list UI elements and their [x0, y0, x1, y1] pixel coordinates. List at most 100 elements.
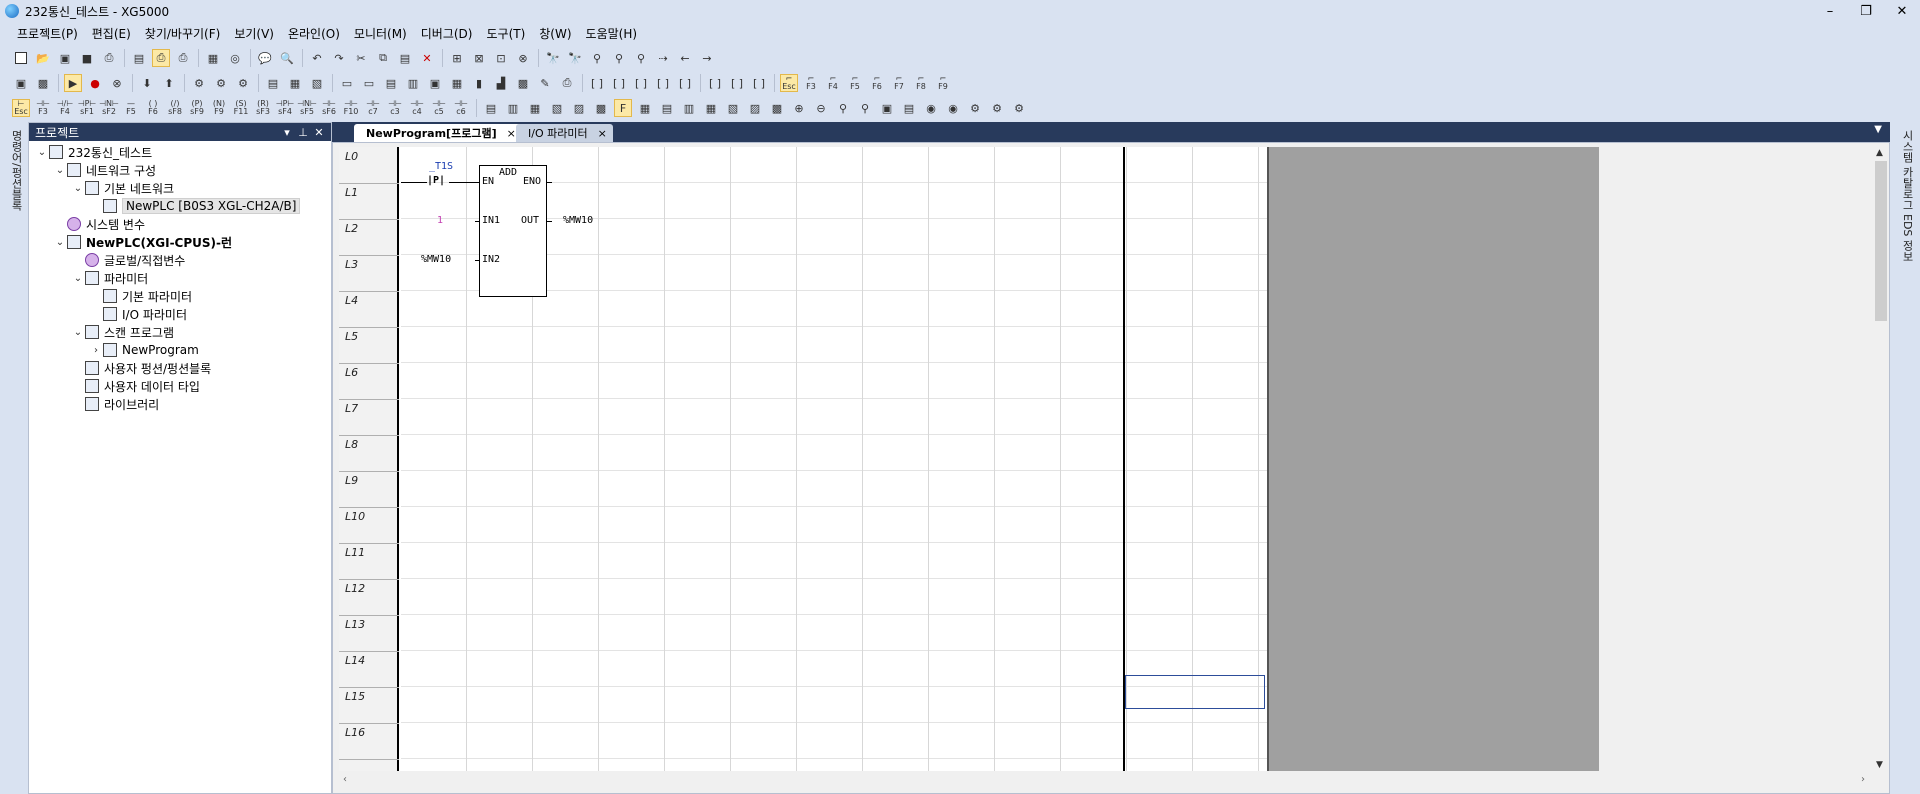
new-file-icon[interactable]: [12, 49, 30, 67]
replace-all-icon[interactable]: ⚲: [610, 49, 628, 67]
save-icon[interactable]: ■: [78, 49, 96, 67]
ladder-key-13-icon[interactable]: ⊣N⊢ sF5: [297, 99, 317, 117]
clipboard-icon[interactable]: ▤: [130, 49, 148, 67]
view-tool-14-icon[interactable]: ⊕: [790, 99, 808, 117]
f3-key-icon[interactable]: ⌐ F3: [802, 74, 820, 92]
minimize-button[interactable]: –: [1810, 0, 1850, 22]
ladder-key-14-icon[interactable]: ⊣⊢ sF6: [320, 99, 338, 117]
run-mode-icon[interactable]: ▶: [64, 74, 82, 92]
ladder-key-19-icon[interactable]: ⊣⊢ c5: [430, 99, 448, 117]
panel-pin-icon[interactable]: ⊥: [295, 123, 311, 141]
insert-line-icon[interactable]: ⊞: [448, 49, 466, 67]
delete-line-icon[interactable]: ⊠: [470, 49, 488, 67]
trend-monitor-icon[interactable]: ▧: [308, 74, 326, 92]
scroll-up-icon[interactable]: ▲: [1876, 148, 1883, 158]
system-catalog-tab[interactable]: 시스템 카탈로그 EDS 정보: [1899, 130, 1915, 262]
chevron-right-icon[interactable]: ›: [89, 345, 103, 356]
ladder-key-2-icon[interactable]: ⊣/⊢ F4: [56, 99, 74, 117]
bracket-1-icon[interactable]: [ ]: [588, 74, 606, 92]
tree-node[interactable]: 기본 파라미터: [89, 287, 192, 305]
tab-close-icon[interactable]: ×: [598, 127, 607, 140]
menu-help[interactable]: 도움말(H): [579, 25, 645, 42]
view-tool-13-icon[interactable]: ▩: [768, 99, 786, 117]
view-tool-15-icon[interactable]: ⊖: [812, 99, 830, 117]
tree-node[interactable]: ⌄ 네트워크 구성: [53, 161, 156, 179]
chart-icon[interactable]: ▟: [492, 74, 510, 92]
menu-monitor[interactable]: 모니터(M): [347, 25, 414, 42]
view-tool-21-icon[interactable]: ◉: [944, 99, 962, 117]
connect-icon[interactable]: ▣: [12, 74, 30, 92]
close-window-button[interactable]: ✕: [1882, 0, 1920, 22]
scrollbar-thumb[interactable]: [1875, 161, 1887, 321]
open-project-icon[interactable]: ▣: [56, 49, 74, 67]
bracket-5-icon[interactable]: [ ]: [676, 74, 694, 92]
view-tool-7-icon[interactable]: ▦: [636, 99, 654, 117]
ladder-canvas[interactable]: L0 L1 L2 L3 L4 L5 L6 L7 L8 L9 L10 L11 L12 L13 L14 L15 L1…: [339, 147, 1599, 771]
view-tool-6-icon[interactable]: F: [614, 99, 632, 117]
panel-dropdown-icon[interactable]: ▾: [279, 123, 295, 141]
pause-mode-icon[interactable]: ⊗: [108, 74, 126, 92]
ladder-key-6-icon[interactable]: ( ) F6: [144, 99, 162, 117]
tree-node[interactable]: ⌄ 기본 네트워크: [71, 179, 174, 197]
ladder-key-10-icon[interactable]: (S) F11: [232, 99, 250, 117]
edit-cursor[interactable]: [1125, 675, 1265, 709]
positive-pulse-contact[interactable]: |P|: [427, 175, 445, 186]
contact-variable-label[interactable]: _T1S: [429, 161, 453, 172]
ladder-key-18-icon[interactable]: ⊣⊢ c4: [408, 99, 426, 117]
ladder-key-9-icon[interactable]: (N) F9: [210, 99, 228, 117]
instruction-fb-tab[interactable]: 명령어/펑션블록: [8, 130, 24, 211]
chevron-down-icon[interactable]: ⌄: [71, 327, 85, 338]
view-tool-18-icon[interactable]: ▣: [878, 99, 896, 117]
ladder-key-12-icon[interactable]: ⊣P⊢ sF4: [276, 99, 295, 117]
menu-window[interactable]: 창(W): [532, 25, 578, 42]
delete-cell-icon[interactable]: ⊗: [514, 49, 532, 67]
view-tool-16-icon[interactable]: ⚲: [834, 99, 852, 117]
find-icon[interactable]: 🔭: [544, 49, 562, 67]
horizontal-scrollbar[interactable]: ‹ ›: [339, 773, 1869, 789]
out-variable[interactable]: %MW10: [563, 215, 593, 226]
f7-key-icon[interactable]: ⌐ F7: [890, 74, 908, 92]
card-icon[interactable]: ▮: [470, 74, 488, 92]
system-monitor-icon[interactable]: ▤: [264, 74, 282, 92]
diagnosis-icon[interactable]: ▥: [404, 74, 422, 92]
tab-close-icon[interactable]: ×: [507, 127, 516, 140]
panel-close-icon[interactable]: ✕: [311, 123, 327, 141]
bracket-8-icon[interactable]: [ ]: [750, 74, 768, 92]
bracket-2-icon[interactable]: [ ]: [610, 74, 628, 92]
in2-variable[interactable]: %MW10: [421, 254, 451, 265]
tree-node[interactable]: ⌄ 232통신_테스트: [35, 143, 152, 161]
view-tool-0-icon[interactable]: ▤: [482, 99, 500, 117]
in1-constant[interactable]: 1: [437, 215, 443, 226]
tab-list-dropdown-icon[interactable]: ▼: [1874, 124, 1882, 135]
parameter-icon[interactable]: ▦: [448, 74, 466, 92]
insert-cell-icon[interactable]: ⊡: [492, 49, 510, 67]
menu-tools[interactable]: 도구(T): [479, 25, 532, 42]
monitor-icon[interactable]: ▦: [204, 49, 222, 67]
ladder-key-16-icon[interactable]: ⊣⊢ c7: [364, 99, 382, 117]
replace-icon[interactable]: ⚲: [588, 49, 606, 67]
tree-node[interactable]: I/O 파라미터: [89, 305, 187, 323]
target-icon[interactable]: ◎: [226, 49, 244, 67]
monitor-stop-icon[interactable]: ⚙: [212, 74, 230, 92]
comment-icon[interactable]: 💬: [256, 49, 274, 67]
module-icon[interactable]: ▣: [426, 74, 444, 92]
menu-debug[interactable]: 디버그(D): [414, 25, 480, 42]
f5-key-icon[interactable]: ⌐ F5: [846, 74, 864, 92]
ladder-key-1-icon[interactable]: ⊣⊢ F3: [34, 99, 52, 117]
bracket-6-icon[interactable]: [ ]: [706, 74, 724, 92]
cut-icon[interactable]: ✂: [352, 49, 370, 67]
forward-arrow-icon[interactable]: →: [698, 49, 716, 67]
monitor-start-icon[interactable]: ⚙: [190, 74, 208, 92]
tab-io-parameter[interactable]: I/O 파라미터 ×: [516, 124, 613, 142]
tree-node[interactable]: 시스템 변수: [53, 215, 145, 233]
open-folder-icon[interactable]: 📂: [34, 49, 52, 67]
f9-key-icon[interactable]: ⌐ F9: [934, 74, 952, 92]
print-setup-icon[interactable]: ⎙: [174, 49, 192, 67]
tree-node[interactable]: ⌄ 파라미터: [71, 269, 148, 287]
view-tool-17-icon[interactable]: ⚲: [856, 99, 874, 117]
device-monitor-icon[interactable]: ▦: [286, 74, 304, 92]
ladder-view2-icon[interactable]: ▭: [360, 74, 378, 92]
print-preview-icon[interactable]: ⎙: [152, 49, 170, 67]
bracket-7-icon[interactable]: [ ]: [728, 74, 746, 92]
scroll-right-icon[interactable]: ›: [1861, 774, 1865, 785]
